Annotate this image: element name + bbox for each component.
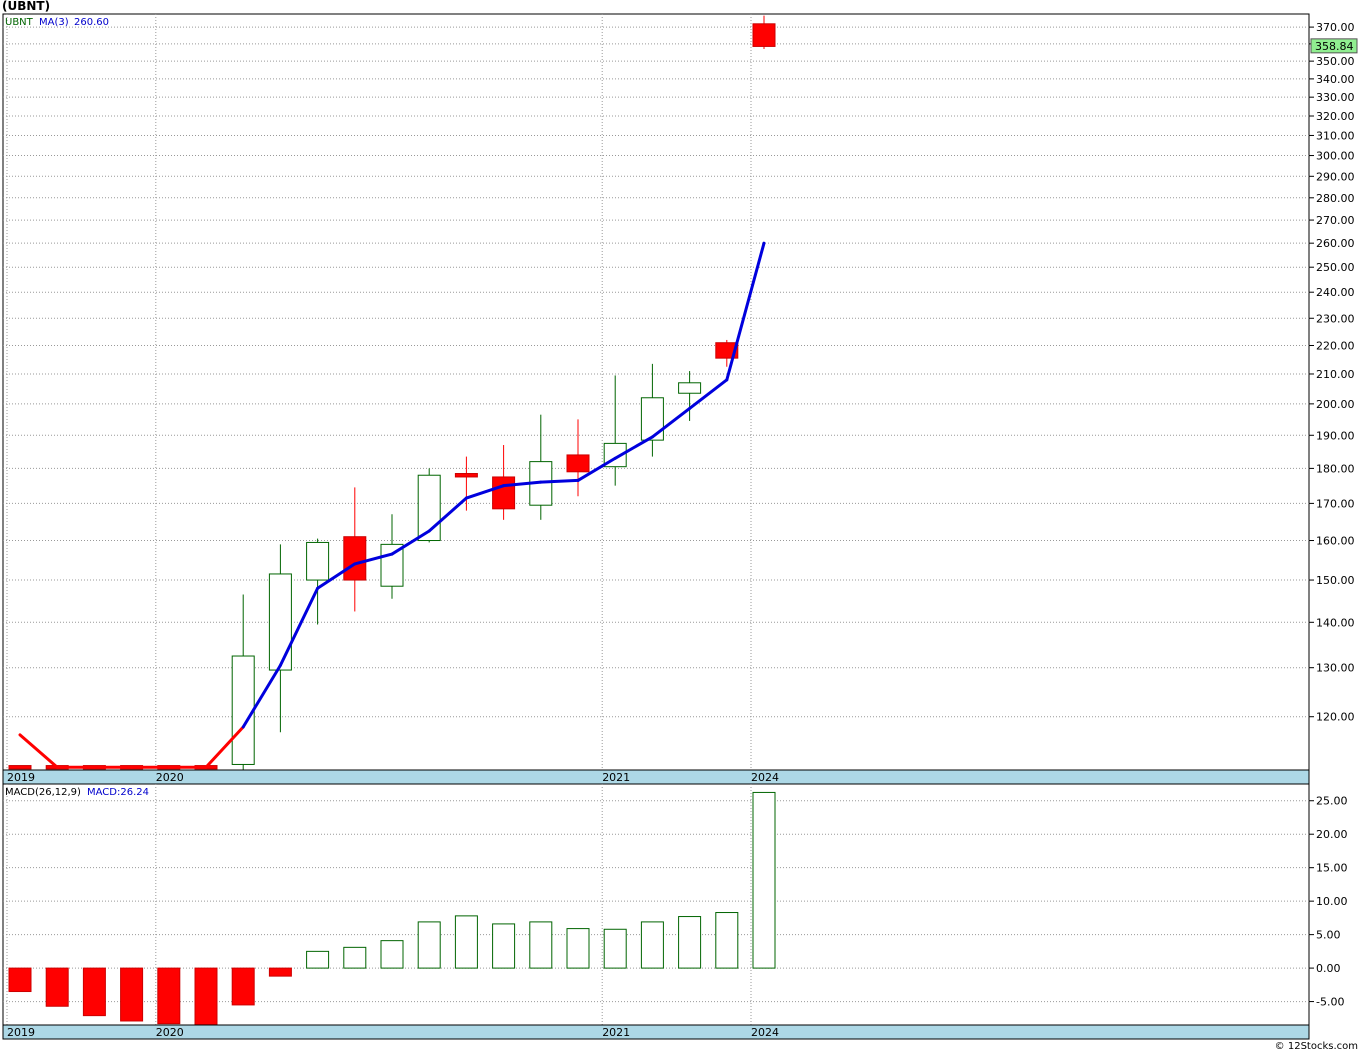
macd-bar xyxy=(231,967,255,1006)
macd-bar xyxy=(268,967,292,977)
legend-symbol: UBNT xyxy=(5,17,34,28)
price-tick-label: 320.00 xyxy=(1316,110,1355,123)
price-tick-label: 350.00 xyxy=(1316,55,1355,68)
ma-line-segment xyxy=(539,478,580,484)
macd-bar xyxy=(715,912,739,969)
candle-body xyxy=(566,454,590,473)
candle-body xyxy=(343,536,367,581)
price-tick-label: 230.00 xyxy=(1316,312,1355,325)
candle-body xyxy=(678,382,702,394)
macd-bar xyxy=(678,916,702,969)
macd-date-label: 2021 xyxy=(602,1026,630,1039)
price-tick-label: 210.00 xyxy=(1316,368,1355,381)
macd-bar xyxy=(45,967,69,1007)
macd-bar xyxy=(8,967,32,993)
price-tick-label: 370.00 xyxy=(1316,21,1355,34)
macd-legend-value: MACD:26.24 xyxy=(87,787,149,798)
macd-bar xyxy=(194,967,218,1026)
candle-body xyxy=(8,765,32,770)
macd-bar xyxy=(417,921,441,969)
candle-body xyxy=(268,573,292,671)
legend-ma-label: MA(3) xyxy=(39,17,69,28)
macd-tick-label: 5.00 xyxy=(1316,929,1341,942)
chart-canvas: 120.00 130.00 140.00 150.00 160.00 170.00 180.… xyxy=(2,13,1358,1040)
price-date-label: 2021 xyxy=(602,771,630,784)
candle-body xyxy=(640,397,664,441)
price-tick-label: 150.00 xyxy=(1316,574,1355,587)
macd-tick-label: 10.00 xyxy=(1316,895,1348,908)
price-tick-label: 270.00 xyxy=(1316,214,1355,227)
price-date-label: 2024 xyxy=(751,771,779,784)
macd-bar xyxy=(380,940,404,969)
macd-bar xyxy=(529,921,553,969)
candle-body xyxy=(752,23,776,47)
price-tick-label: 250.00 xyxy=(1316,261,1355,274)
price-panel-frame xyxy=(2,13,1310,771)
macd-bar xyxy=(120,967,144,1022)
macd-tick-label: 0.00 xyxy=(1316,962,1341,975)
macd-date-label: 2024 xyxy=(751,1026,779,1039)
macd-bar xyxy=(343,946,367,969)
macd-date-band xyxy=(2,1024,1310,1040)
macd-bar xyxy=(454,915,478,969)
price-tick-label: 120.00 xyxy=(1316,711,1355,724)
price-tick-label: 190.00 xyxy=(1316,429,1355,442)
candle-body xyxy=(306,541,330,581)
price-tick-label: 180.00 xyxy=(1316,462,1355,475)
price-tick-label: 280.00 xyxy=(1316,192,1355,205)
macd-bar xyxy=(640,921,664,969)
price-date-label: 2020 xyxy=(156,771,184,784)
price-tick-label: 240.00 xyxy=(1316,286,1355,299)
price-tick-label: 260.00 xyxy=(1316,237,1355,250)
macd-bar xyxy=(306,950,330,969)
macd-tick-label: -5.00 xyxy=(1316,996,1344,1009)
macd-tick-label: 15.00 xyxy=(1316,862,1348,875)
macd-tick-label: 20.00 xyxy=(1316,828,1348,841)
price-tick-label: 140.00 xyxy=(1316,616,1355,629)
candle-body xyxy=(454,473,478,478)
price-tick-label: 160.00 xyxy=(1316,535,1355,548)
price-tick-label: 200.00 xyxy=(1316,398,1355,411)
price-tick-label: 170.00 xyxy=(1316,497,1355,510)
macd-date-label: 2019 xyxy=(7,1026,35,1039)
candle-body xyxy=(231,655,255,765)
price-tick-label: 330.00 xyxy=(1316,91,1355,104)
price-tick-label: 340.00 xyxy=(1316,73,1355,86)
candle-body xyxy=(492,476,516,510)
legend-ma-value: 260.60 xyxy=(74,17,109,28)
macd-bar xyxy=(82,967,106,1017)
macd-legend-label: MACD(26,12,9) xyxy=(5,787,81,798)
price-tick-label: 300.00 xyxy=(1316,150,1355,163)
price-date-band xyxy=(2,769,1310,785)
macd-bar xyxy=(603,928,627,969)
macd-tick-label: 25.00 xyxy=(1316,795,1348,808)
macd-bar xyxy=(752,791,776,969)
last-price-label: 358.84 xyxy=(1315,40,1354,53)
chart-stage: (UBNT) © 12Stocks.com 120.00 130.00 140.00… xyxy=(0,0,1360,1056)
price-date-label: 2019 xyxy=(7,771,35,784)
price-tick-label: 220.00 xyxy=(1316,339,1355,352)
macd-bar xyxy=(157,967,181,1025)
macd-date-label: 2020 xyxy=(156,1026,184,1039)
macd-bar xyxy=(566,928,590,969)
macd-bar xyxy=(492,923,516,969)
price-tick-label: 310.00 xyxy=(1316,129,1355,142)
price-tick-label: 290.00 xyxy=(1316,170,1355,183)
price-tick-label: 130.00 xyxy=(1316,662,1355,675)
